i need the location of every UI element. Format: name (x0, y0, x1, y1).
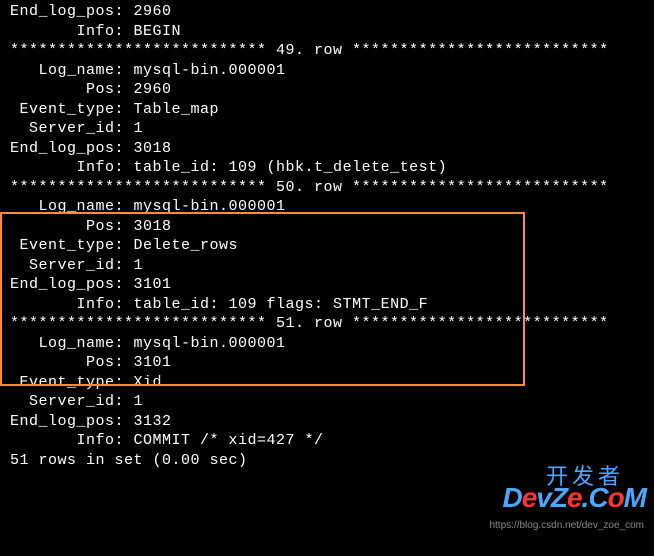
row51-log-name: Log_name: mysql-bin.000001 (10, 334, 644, 354)
result-footer: 51 rows in set (0.00 sec) (10, 451, 644, 471)
row51-pos: Pos: 3101 (10, 353, 644, 373)
terminal-output: End_log_pos: 2960 Info: BEGIN **********… (10, 2, 644, 470)
row49-server-id: Server_id: 1 (10, 119, 644, 139)
row-separator-51: *************************** 51. row ****… (10, 314, 644, 334)
row49-pos: Pos: 2960 (10, 80, 644, 100)
row51-event-type: Event_type: Xid (10, 373, 644, 393)
row51-info: Info: COMMIT /* xid=427 */ (10, 431, 644, 451)
row49-info: Info: table_id: 109 (hbk.t_delete_test) (10, 158, 644, 178)
row50-server-id: Server_id: 1 (10, 256, 644, 276)
row-separator-49: *************************** 49. row ****… (10, 41, 644, 61)
row50-event-type: Event_type: Delete_rows (10, 236, 644, 256)
row51-server-id: Server_id: 1 (10, 392, 644, 412)
row48-info: Info: BEGIN (10, 22, 644, 42)
row50-log-name: Log_name: mysql-bin.000001 (10, 197, 644, 217)
row51-end-log-pos: End_log_pos: 3132 (10, 412, 644, 432)
row50-end-log-pos: End_log_pos: 3101 (10, 275, 644, 295)
row48-end-log-pos: End_log_pos: 2960 (10, 2, 644, 22)
watermark-url: https://blog.csdn.net/dev_zoe_com (489, 519, 644, 532)
row49-end-log-pos: End_log_pos: 3018 (10, 139, 644, 159)
watermark-logo: DevZe.CoM (502, 480, 646, 516)
row50-pos: Pos: 3018 (10, 217, 644, 237)
row49-event-type: Event_type: Table_map (10, 100, 644, 120)
row50-info: Info: table_id: 109 flags: STMT_END_F (10, 295, 644, 315)
row-separator-50: *************************** 50. row ****… (10, 178, 644, 198)
row49-log-name: Log_name: mysql-bin.000001 (10, 61, 644, 81)
